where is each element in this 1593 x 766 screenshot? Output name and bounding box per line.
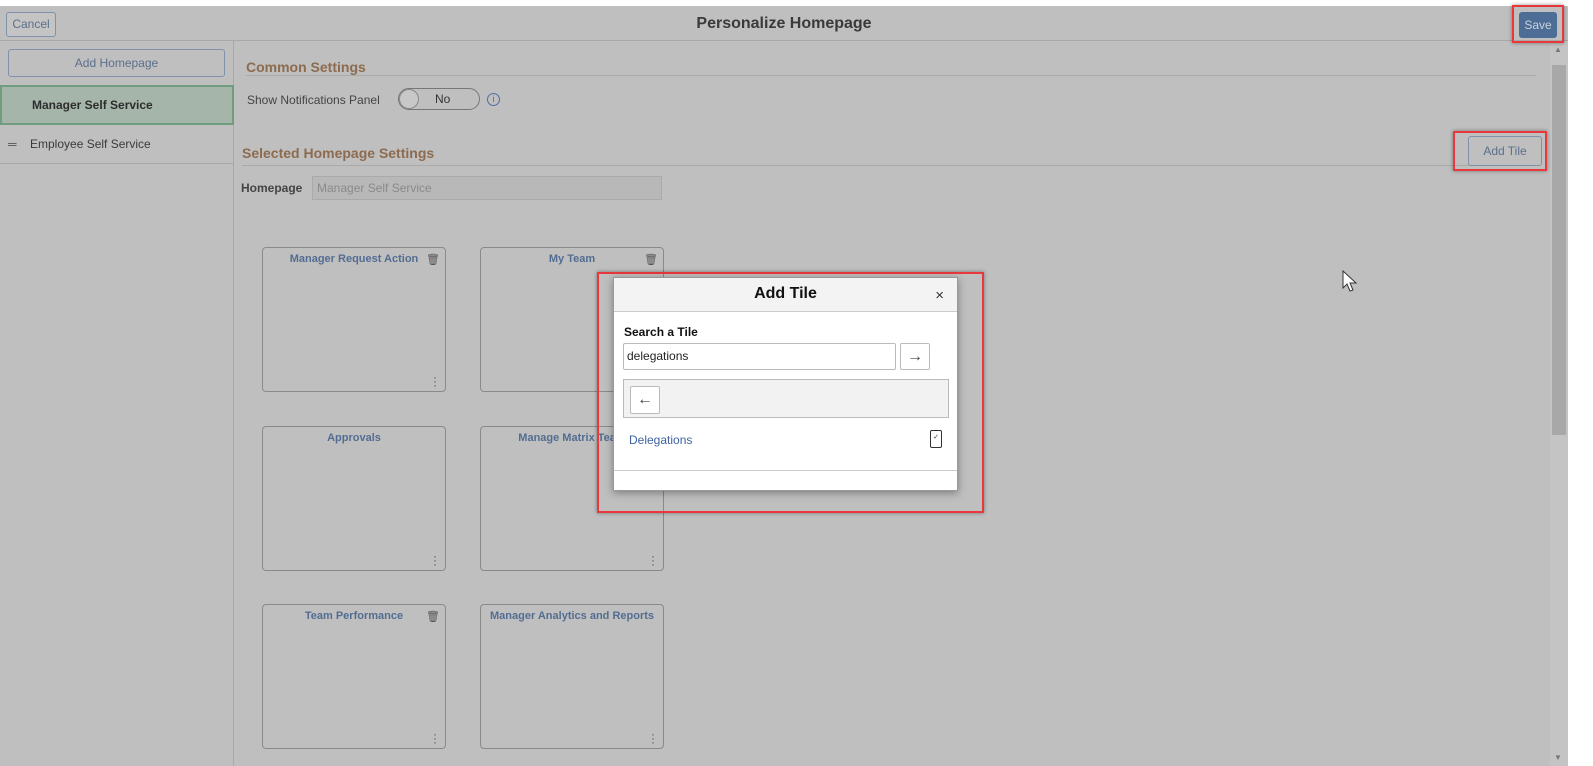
tile-title: My Team — [548, 253, 596, 265]
results-toolbar: ← — [623, 379, 949, 418]
search-input[interactable]: delegations — [623, 343, 896, 370]
sidebar-item-label: Employee Self Service — [30, 137, 151, 151]
divider — [246, 75, 1536, 76]
tile-team-performance[interactable]: Team Performance 🗑 · · · — [262, 604, 446, 749]
more-options-icon[interactable]: ··· — [651, 728, 655, 748]
selected-settings-heading: Selected Homepage Settings — [242, 145, 435, 161]
scroll-up-icon[interactable]: ▲ — [1554, 45, 1562, 54]
scroll-down-icon[interactable]: ▼ — [1554, 753, 1562, 762]
tile-title: Team Performance — [304, 610, 404, 622]
mouse-cursor-icon — [1342, 270, 1358, 292]
sidebar-item-employee-self-service[interactable]: ═ Employee Self Service — [0, 125, 234, 164]
vertical-scrollbar[interactable]: ▲ ▼ — [1550, 41, 1568, 766]
more-options-icon[interactable]: ··· — [651, 550, 655, 570]
page-title: Personalize Homepage — [696, 15, 872, 32]
sidebar-item-manager-self-service[interactable]: Manager Self Service — [0, 85, 234, 125]
divider — [242, 165, 1536, 166]
trash-icon[interactable]: 🗑 — [426, 610, 440, 623]
close-icon[interactable]: × — [935, 287, 944, 304]
result-delegations-link[interactable]: Delegations — [629, 433, 692, 447]
trash-icon[interactable]: 🗑 — [644, 253, 658, 266]
tile-title: Manager Analytics and Reports — [489, 610, 655, 622]
highlight-add-tile — [1453, 131, 1547, 171]
more-options-icon[interactable]: ··· — [433, 371, 437, 391]
search-arrow-right-icon[interactable]: → — [900, 343, 930, 370]
search-label: Search a Tile — [624, 325, 698, 339]
toggle-value: No — [435, 92, 451, 106]
info-icon[interactable]: i — [487, 93, 500, 106]
sidebar: Add Homepage Manager Self Service ═ Emplo… — [0, 41, 234, 766]
notifications-label: Show Notifications Panel — [247, 93, 380, 107]
tile-title: Manager Request Action — [289, 253, 419, 265]
toggle-knob — [399, 89, 419, 109]
add-homepage-button[interactable]: Add Homepage — [8, 49, 225, 77]
highlight-save — [1512, 5, 1564, 43]
scrollbar-thumb[interactable] — [1552, 65, 1566, 435]
homepage-name-field[interactable]: Manager Self Service — [312, 176, 662, 200]
header: Cancel Personalize Homepage Save — [0, 6, 1568, 41]
tile-manager-request-action[interactable]: Manager Request Action 🗑 · · · — [262, 247, 446, 392]
homepage-label: Homepage — [241, 181, 303, 195]
more-options-icon[interactable]: ··· — [433, 728, 437, 748]
tile-manager-analytics-and-reports[interactable]: Manager Analytics and Reports · · · — [480, 604, 664, 749]
add-tile-dialog: Add Tile × Search a Tile delegations → ←… — [613, 277, 958, 491]
trash-icon[interactable]: 🗑 — [426, 253, 440, 266]
back-arrow-icon[interactable]: ← — [630, 386, 660, 414]
dialog-header: Add Tile × — [614, 278, 957, 312]
dialog-title: Add Tile — [754, 285, 817, 302]
drag-handle-icon[interactable]: ═ — [8, 125, 17, 163]
more-options-icon[interactable]: ··· — [433, 550, 437, 570]
notifications-toggle[interactable]: No — [398, 88, 480, 110]
tile-title: Approvals — [327, 432, 381, 444]
mobile-icon: ✓ — [930, 430, 942, 448]
dialog-footer — [614, 470, 957, 491]
tile-approvals[interactable]: Approvals · · · — [262, 426, 446, 571]
common-settings-heading: Common Settings — [246, 59, 366, 75]
